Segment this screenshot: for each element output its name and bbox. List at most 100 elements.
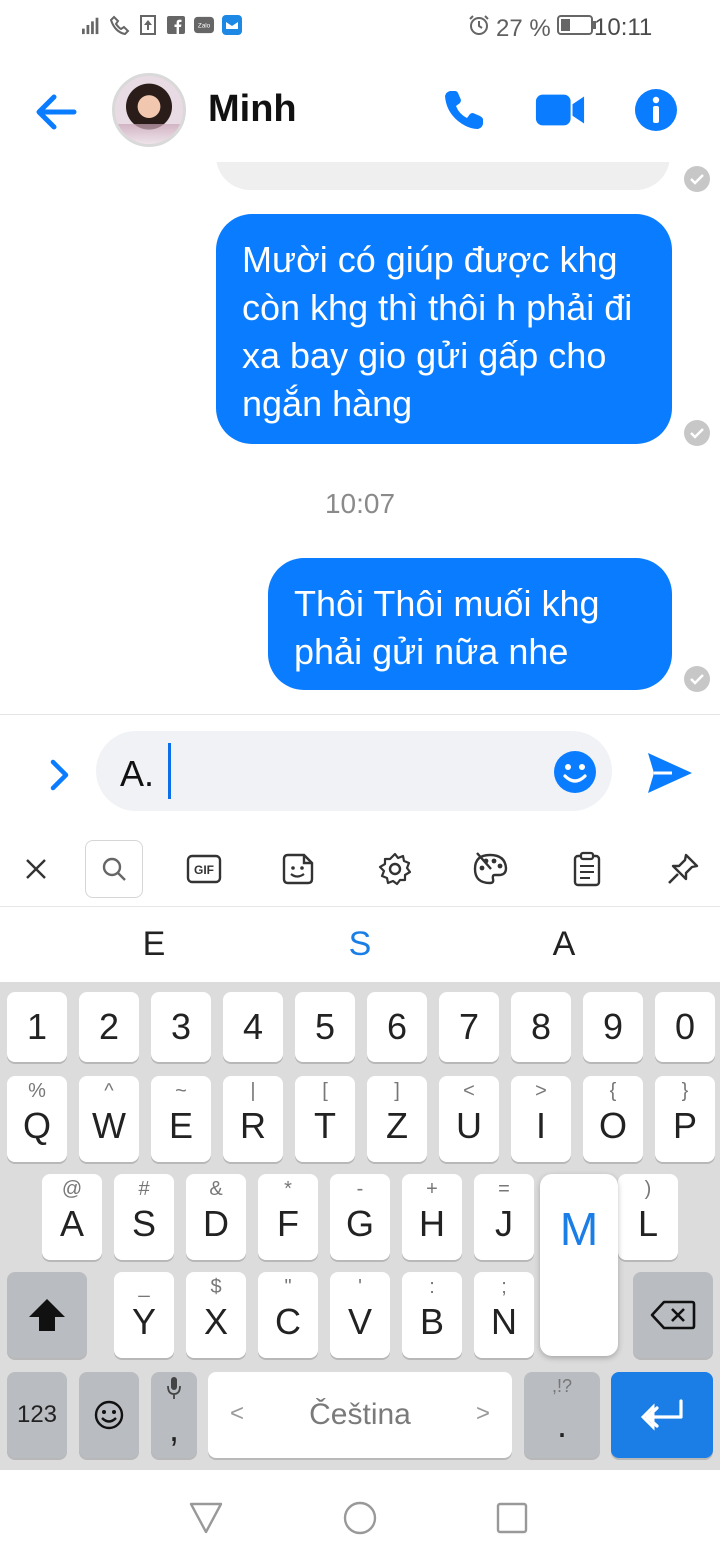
previous-message-bubble[interactable] [216,162,670,190]
key-n[interactable]: ; N [474,1272,534,1358]
key-0[interactable]: 0 [655,992,715,1062]
sticker-button[interactable] [269,840,327,898]
key-x[interactable]: $ X [186,1272,246,1358]
nav-recents-button[interactable] [494,1500,530,1536]
expand-actions-button[interactable] [44,755,74,795]
key-j[interactable]: = J [474,1174,534,1260]
key-s[interactable]: # S [114,1174,174,1260]
key-t[interactable]: [T [295,1076,355,1162]
keyboard-search-button[interactable] [85,840,143,898]
numeric-switch-key[interactable]: 123 [7,1372,67,1458]
key-4[interactable]: 4 [223,992,283,1062]
key-9[interactable]: 9 [583,992,643,1062]
close-icon [26,859,46,879]
video-call-button[interactable] [534,84,586,136]
key-label: J [495,1203,513,1244]
key-y[interactable]: _ Y [114,1272,174,1358]
contact-name[interactable]: Minh [208,88,297,131]
pin-button[interactable] [654,840,712,898]
status-icons-right: 27 % [468,14,597,43]
key-q[interactable]: % Q [7,1076,67,1162]
key-3[interactable]: 3 [151,992,211,1062]
key-6[interactable]: 6 [367,992,427,1062]
app-notification-icon [222,14,242,36]
key-r[interactable]: | R [223,1076,283,1162]
key-secondary: * [284,1178,292,1200]
key-label: 1 [26,1006,48,1047]
key-v[interactable]: ' V [330,1272,390,1358]
message-bubble[interactable]: Mười có giúp được khg còn khg thì thôi h… [216,214,672,444]
smiley-icon [94,1400,124,1430]
key-7[interactable]: 7 [439,992,499,1062]
key-label: X [203,1301,228,1342]
call-wifi-icon [110,14,130,36]
key-d[interactable]: & D [186,1174,246,1260]
period-key[interactable]: ,!? . [524,1372,600,1458]
clipboard-button[interactable] [558,840,616,898]
key-secondary: ; [501,1276,507,1298]
key-z[interactable]: ] Z [367,1076,427,1162]
video-camera-icon [535,94,585,126]
key-f[interactable]: * F [258,1174,318,1260]
suggestion-item[interactable]: A [504,925,624,964]
key-p[interactable]: } P [655,1076,715,1162]
square-recents-icon [496,1502,528,1534]
key-label: L [637,1203,659,1244]
message-bubble[interactable]: Thôi Thôi muối khg phải gửi nữa nhe [268,558,672,690]
key-i[interactable]: > I [511,1076,571,1162]
suggestion-item[interactable]: S [300,925,420,964]
shift-key[interactable] [7,1272,87,1358]
key-u[interactable]: < U [439,1076,499,1162]
suggestion-bar: E S A [0,906,720,982]
emoji-button[interactable] [552,749,598,795]
info-icon [635,89,677,131]
key-5[interactable]: 5 [295,992,355,1062]
gif-button[interactable]: GIF [175,840,233,898]
key-b[interactable]: :B [402,1272,462,1358]
circle-home-icon [343,1501,377,1535]
comma-key[interactable]: , [151,1372,197,1458]
system-navigation-bar [0,1470,720,1560]
close-toolbar-button[interactable] [7,840,65,898]
backspace-key[interactable] [633,1272,713,1358]
key-2[interactable]: 2 [79,992,139,1062]
key-h[interactable]: + H [402,1174,462,1260]
key-o[interactable]: {O [583,1076,643,1162]
seen-check-icon [684,166,710,192]
key-e[interactable]: ~ E [151,1076,211,1162]
enter-key[interactable] [611,1372,713,1458]
nav-home-button[interactable] [342,1500,378,1536]
theme-button[interactable] [461,840,519,898]
back-button[interactable] [30,86,82,138]
key-c[interactable]: " C [258,1272,318,1358]
voice-call-button[interactable] [438,84,490,136]
seen-check-icon [684,666,710,692]
key-label: N [491,1301,517,1342]
microphone-icon [151,1376,197,1406]
info-button[interactable] [630,84,682,136]
status-time: 10:11 [594,14,653,41]
space-right-arrow: > [475,1400,490,1427]
chevron-right-icon [50,759,69,791]
key-a[interactable]: @ A [42,1174,102,1260]
suggestion-item[interactable]: E [94,925,214,964]
key-g[interactable]: -G [330,1174,390,1260]
nav-back-button[interactable] [188,1500,224,1536]
settings-button[interactable] [366,840,424,898]
key-l[interactable]: ) L [618,1174,678,1260]
message-input[interactable]: A. [96,731,612,811]
space-key[interactable]: < Čeština > [208,1372,512,1458]
key-secondary: + [426,1178,438,1200]
key-secondary: _ [138,1276,150,1298]
key-label: 8 [530,1006,552,1047]
message-list: Mười có giúp được khg còn khg thì thôi h… [0,162,720,714]
send-button[interactable] [644,749,696,797]
svg-text:GIF: GIF [194,863,214,877]
key-label: Y [131,1301,156,1342]
avatar[interactable] [112,73,186,147]
key-label: E [168,1105,193,1146]
emoji-key[interactable] [79,1372,139,1458]
key-1[interactable]: 1 [7,992,67,1062]
key-w[interactable]: ^ W [79,1076,139,1162]
key-8[interactable]: 8 [511,992,571,1062]
